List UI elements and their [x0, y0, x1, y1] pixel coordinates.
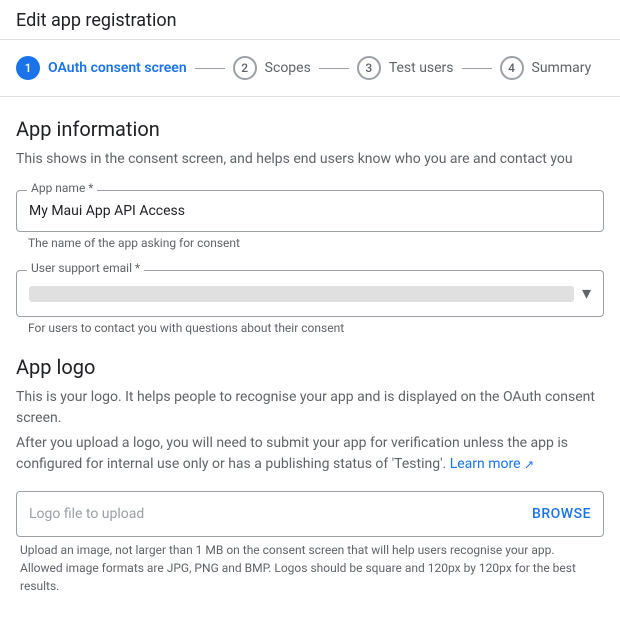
step-1-label: OAuth consent screen [48, 60, 187, 76]
app-logo-desc1: This is your logo. It helps people to re… [16, 387, 604, 429]
app-information-desc: This shows in the consent screen, and he… [16, 149, 604, 170]
logo-upload-box: Logo file to upload BROWSE [16, 491, 604, 537]
app-information-title: App information [16, 117, 604, 141]
app-logo-desc2: After you upload a logo, you will need t… [16, 433, 604, 475]
app-logo-title: App logo [16, 355, 604, 379]
step-4[interactable]: 4 Summary [500, 56, 592, 80]
step-divider-3 [462, 68, 492, 69]
step-divider-2 [319, 68, 349, 69]
learn-more-link[interactable]: Learn more ↗ [450, 456, 534, 472]
user-support-email-wrapper[interactable]: User support email * ▾ [16, 270, 604, 317]
learn-more-text: Learn more [450, 456, 521, 472]
user-support-email-group: User support email * ▾ For users to cont… [16, 270, 604, 335]
main-content: App information This shows in the consen… [0, 97, 620, 615]
step-2-label: Scopes [265, 60, 311, 76]
step-4-label: Summary [532, 60, 592, 76]
app-name-group: App name * The name of the app asking fo… [16, 190, 604, 250]
step-3-circle: 3 [357, 56, 381, 80]
user-support-email-select[interactable]: ▾ [17, 271, 603, 316]
user-support-email-value [29, 286, 574, 302]
step-4-circle: 4 [500, 56, 524, 80]
user-support-email-label: User support email * [27, 261, 144, 275]
step-3-label: Test users [389, 60, 454, 76]
step-divider-1 [195, 68, 225, 69]
dropdown-arrow-icon: ▾ [582, 283, 591, 304]
stepper: 1 OAuth consent screen 2 Scopes 3 Test u… [0, 40, 620, 97]
user-support-email-helper: For users to contact you with questions … [16, 321, 604, 335]
app-name-helper: The name of the app asking for consent [16, 236, 604, 250]
step-1[interactable]: 1 OAuth consent screen [16, 56, 187, 80]
external-link-icon: ↗ [524, 457, 534, 471]
page-header: Edit app registration [0, 0, 620, 40]
step-2[interactable]: 2 Scopes [233, 56, 311, 80]
browse-button[interactable]: BROWSE [532, 506, 591, 522]
app-name-input[interactable] [29, 199, 591, 223]
logo-helper-text: Upload an image, not larger than 1 MB on… [16, 541, 604, 595]
page-title: Edit app registration [16, 10, 604, 31]
app-name-label: App name * [27, 181, 97, 195]
step-2-circle: 2 [233, 56, 257, 80]
logo-upload-placeholder: Logo file to upload [29, 506, 144, 522]
step-1-circle: 1 [16, 56, 40, 80]
step-3[interactable]: 3 Test users [357, 56, 454, 80]
app-name-wrapper: App name * [16, 190, 604, 232]
